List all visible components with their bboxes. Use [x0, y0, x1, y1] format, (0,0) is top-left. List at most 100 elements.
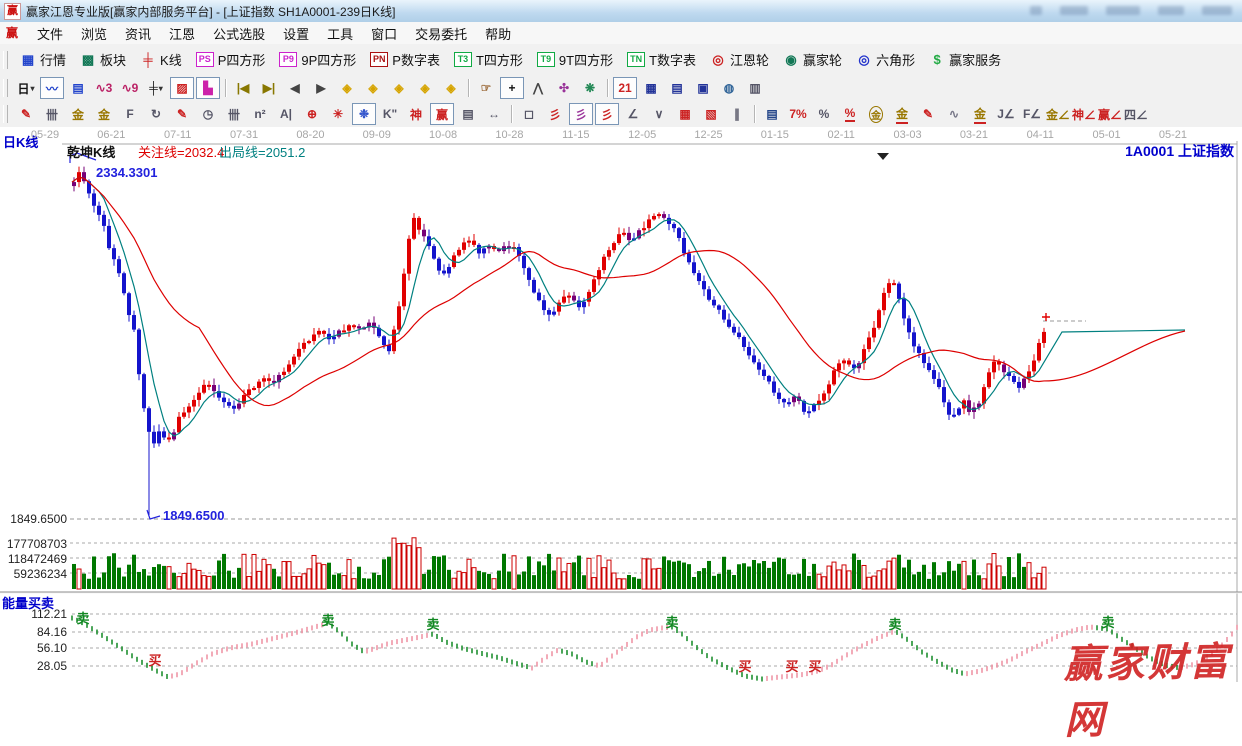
gold-underline-button[interactable]: 金 [968, 103, 992, 125]
f-grid-button[interactable]: F [118, 103, 142, 125]
expand-bars-button[interactable]: ◈ [439, 77, 463, 99]
menu-item-5[interactable]: 设置 [274, 22, 318, 45]
draw-pencil-button[interactable]: ✎ [14, 103, 38, 125]
scroll-left-button[interactable]: ◈ [335, 77, 359, 99]
j-angle-button[interactable]: J∠ [994, 103, 1018, 125]
calculator-button[interactable]: ▦ [639, 77, 663, 99]
gann-tool-button[interactable]: ✣ [552, 77, 576, 99]
menu-item-7[interactable]: 窗口 [362, 22, 406, 45]
kline-chart-canvas[interactable] [0, 127, 1242, 682]
gold-angle-button[interactable]: 金∠ [1046, 103, 1070, 125]
compress-bars-button[interactable]: ◈ [413, 77, 437, 99]
feature-quotes[interactable]: ▦ 行情 [13, 48, 73, 71]
percent-7-button[interactable]: 7% [786, 103, 810, 125]
menu-item-6[interactable]: 工具 [318, 22, 362, 45]
grid-red-button[interactable]: ▦ [673, 103, 697, 125]
calendar-button[interactable]: 21 [613, 77, 637, 99]
menu-item-3[interactable]: 江恩 [160, 22, 204, 45]
grid-lines-button[interactable]: 卌 [40, 103, 64, 125]
net-data-button[interactable]: ◍ [717, 77, 741, 99]
shen-grid-button[interactable]: 神 [404, 103, 428, 125]
zoom-horizontal-button[interactable]: ◈ [387, 77, 411, 99]
angle-marker-button[interactable]: A| [274, 103, 298, 125]
print-button[interactable]: ▥ [743, 77, 767, 99]
wave-3-button[interactable]: ∿3 [92, 77, 116, 99]
period-daily-button[interactable]: 日 ▾ [14, 77, 38, 99]
volume-profile-button[interactable]: ▙ [196, 77, 220, 99]
first-page-button[interactable]: |◀ [231, 77, 255, 99]
feature-hexagon[interactable]: ◎ 六角形 [849, 48, 922, 71]
a-wave-button[interactable]: ∿ [942, 103, 966, 125]
feature-kline[interactable]: ╪ K线 [133, 48, 189, 71]
feature-t-square[interactable]: T3 T四方形 [447, 48, 530, 71]
ying-box-button[interactable]: 赢 [430, 103, 454, 125]
percent-line-button[interactable]: % [838, 103, 862, 125]
titlebar-smudge [1060, 6, 1088, 15]
feature-winner-service[interactable]: $ 赢家服务 [922, 48, 1008, 71]
last-page-button[interactable]: ▶| [257, 77, 281, 99]
prev-bar-button[interactable]: ◀ [283, 77, 307, 99]
circle-cross-button[interactable]: ⊕ [300, 103, 324, 125]
feature-winner-wheel[interactable]: ◉ 赢家轮 [776, 48, 849, 71]
f-grid-icon: F [126, 107, 134, 121]
ying-angle-button[interactable]: 赢∠ [1098, 103, 1122, 125]
hand-tool-button[interactable]: ☞ [474, 77, 498, 99]
pencil-ruler-button[interactable]: ✎ [170, 103, 194, 125]
parallel-lines-button[interactable]: ∥ [725, 103, 749, 125]
feature-sectors[interactable]: ▩ 板块 [73, 48, 133, 71]
qiankun-map-button[interactable]: ▨ [170, 77, 194, 99]
menu-item-8[interactable]: 交易委托 [406, 22, 476, 45]
ruler-123-button[interactable]: ▤ [456, 103, 480, 125]
gold-line-button[interactable]: 金 [890, 103, 914, 125]
clock-cycle-button[interactable]: ◷ [196, 103, 220, 125]
k-double-button[interactable]: K" [378, 103, 402, 125]
chart-table-button[interactable]: ▤ [760, 103, 784, 125]
feature-gann-wheel[interactable]: ◎ 江恩轮 [703, 48, 776, 71]
crosshair-tool-button[interactable]: + [500, 77, 524, 99]
menu-item-2[interactable]: 资讯 [116, 22, 160, 45]
boxed-star-button[interactable]: ❉ [352, 103, 376, 125]
candle-style-button[interactable]: ╪ ▾ [144, 77, 168, 99]
menu-item-4[interactable]: 公式选股 [204, 22, 274, 45]
polyline-tool-button[interactable]: ⋀ [526, 77, 550, 99]
oscillator-axis-label: 84.16 [36, 625, 67, 639]
box-tool-button[interactable]: ◻ [517, 103, 541, 125]
menu-item-1[interactable]: 浏览 [72, 22, 116, 45]
feature-9t-square[interactable]: T9 9T四方形 [530, 48, 620, 71]
grid-arrow-button[interactable]: ▧ [699, 103, 723, 125]
feature-9p-square[interactable]: P9 9P四方形 [272, 48, 363, 71]
feature-p-digit-table[interactable]: PN P数字表 [363, 48, 447, 71]
menu-item-0[interactable]: 文件 [28, 22, 72, 45]
gold-circle-button[interactable]: 金 [864, 103, 888, 125]
gold-grid-2-button[interactable]: 金 [92, 103, 116, 125]
titlebar[interactable]: 赢 赢家江恩专业版[赢家内部服务平台] - [上证指数 SH1A0001-239… [0, 0, 1242, 23]
save-chart-button[interactable]: ▣ [691, 77, 715, 99]
f-angle-button[interactable]: F∠ [1020, 103, 1044, 125]
angle-lines-button[interactable]: ∠ [621, 103, 645, 125]
span-measure-button[interactable]: ↔ [482, 103, 506, 125]
pattern-tool-button[interactable]: ❋ [578, 77, 602, 99]
fan-boxed-red-button[interactable]: 彡 [595, 103, 619, 125]
quote-report-button[interactable]: ▤ [66, 77, 90, 99]
gold-grid-1-button[interactable]: 金 [66, 103, 90, 125]
n-square-icon: n² [254, 107, 266, 121]
spiral-5-button[interactable]: ↻ [144, 103, 168, 125]
wave-v-button[interactable]: ∨ [647, 103, 671, 125]
menu-item-9[interactable]: 帮助 [476, 22, 520, 45]
scroll-right-button[interactable]: ◈ [361, 77, 385, 99]
feature-t-digit-table[interactable]: TN T数字表 [620, 48, 703, 71]
si-angle-button[interactable]: 四∠ [1124, 103, 1148, 125]
next-bar-button[interactable]: ▶ [309, 77, 333, 99]
fan-boxed-purple-button[interactable]: 彡 [569, 103, 593, 125]
percent-button[interactable]: % [812, 103, 836, 125]
wave-9-button[interactable]: ∿9 [118, 77, 142, 99]
wave-chart-button[interactable]: 〰 [40, 77, 64, 99]
star-burst-button[interactable]: ✳ [326, 103, 350, 125]
notes-button[interactable]: ▤ [665, 77, 689, 99]
fan-red-button[interactable]: 彡 [543, 103, 567, 125]
feature-p-square[interactable]: PS P四方形 [189, 48, 273, 71]
n-square-button[interactable]: n² [248, 103, 272, 125]
shen-angle-button[interactable]: 神∠ [1072, 103, 1096, 125]
fence-lines-button[interactable]: 卌 [222, 103, 246, 125]
pencil-2-button[interactable]: ✎ [916, 103, 940, 125]
